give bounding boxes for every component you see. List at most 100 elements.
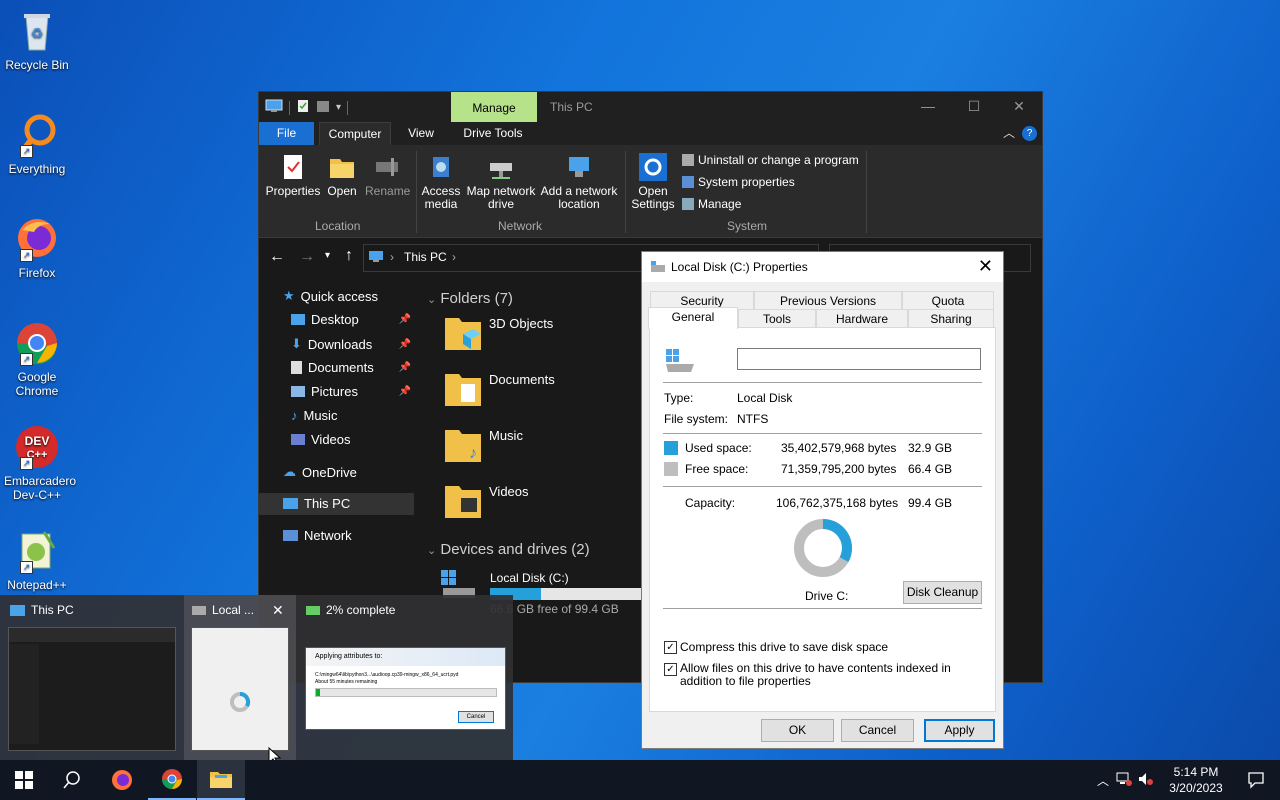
start-button[interactable] <box>0 760 48 800</box>
thumb-donut <box>230 691 251 712</box>
dialog-close-button[interactable]: ✕ <box>978 256 993 277</box>
tab-quota[interactable]: Quota <box>902 291 994 311</box>
folder-name[interactable]: 3D Objects <box>489 316 553 331</box>
tab-drive-tools[interactable]: Drive Tools <box>455 122 531 145</box>
manage-link[interactable]: Manage <box>682 197 741 211</box>
folder-videos-icon[interactable] <box>443 482 483 522</box>
map-network-drive-button[interactable]: Map network drive <box>465 153 537 211</box>
preview-item-this-pc[interactable]: This PC <box>10 603 74 617</box>
nav-this-pc[interactable]: This PC <box>283 496 413 511</box>
apply-button[interactable]: Apply <box>924 719 995 742</box>
show-hidden-icons-chevron-icon[interactable]: ︿ <box>1094 772 1112 789</box>
minimize-button[interactable]: — <box>905 92 951 122</box>
help-icon[interactable]: ? <box>1022 126 1037 141</box>
folder-documents-icon[interactable] <box>443 370 483 410</box>
cancel-button[interactable]: Cancel <box>841 719 914 742</box>
folder-name[interactable]: Music <box>489 428 523 443</box>
preview-close-button[interactable]: ✕ <box>272 602 284 619</box>
desktop-icon-notepadpp[interactable]: ↗ Notepad++ <box>4 528 70 592</box>
volume-muted-icon[interactable] <box>1136 772 1156 789</box>
folder-icon <box>210 772 232 788</box>
tab-general[interactable]: General <box>648 307 738 329</box>
preview-item-local-disk[interactable]: Local ... <box>192 603 254 617</box>
breadcrumb[interactable]: This PC <box>404 250 447 264</box>
maximize-button[interactable]: ☐ <box>951 92 997 122</box>
folder-name[interactable]: Documents <box>489 372 555 387</box>
nav-pictures[interactable]: Pictures 📌 <box>291 384 413 399</box>
taskbar-firefox[interactable] <box>98 760 146 800</box>
system-properties-link[interactable]: System properties <box>682 175 795 189</box>
tab-previous-versions[interactable]: Previous Versions <box>754 291 902 311</box>
title-bar: ▾ Manage This PC — ☐ ✕ <box>259 92 1042 122</box>
disk-usage-donut <box>794 519 852 577</box>
up-arrow-icon[interactable]: ↑ <box>345 247 353 265</box>
tab-hardware[interactable]: Hardware <box>816 309 908 329</box>
desktop-icon-everything[interactable]: ↗ Everything <box>4 112 70 176</box>
compress-checkbox[interactable]: ✓ <box>664 641 677 654</box>
action-center-button[interactable] <box>1232 760 1280 800</box>
customize-qat-icon[interactable]: ▾ <box>336 102 341 113</box>
manage-context-tab[interactable]: Manage <box>451 92 537 122</box>
volume-label-field[interactable] <box>737 348 981 370</box>
thumbnail-progress-dialog[interactable]: Applying attributes to: C:\mingw64\lib\p… <box>305 647 506 730</box>
clock[interactable]: 5:14 PM 3/20/2023 <box>1160 764 1232 796</box>
devices-section-header[interactable]: ⌄ Devices and drives (2) <box>427 541 590 558</box>
open-button[interactable]: Open <box>325 153 359 198</box>
close-button[interactable]: ✕ <box>996 92 1042 122</box>
nav-onedrive[interactable]: ☁ OneDrive <box>283 464 413 480</box>
shortcut-arrow-icon: ↗ <box>20 353 33 366</box>
nav-documents[interactable]: Documents 📌 <box>291 360 413 375</box>
folder-music-icon[interactable]: ♪ <box>443 426 483 466</box>
properties-qat-icon[interactable] <box>296 99 310 116</box>
tab-computer[interactable]: Computer <box>319 122 391 146</box>
desktop-icon-firefox[interactable]: ↗ Firefox <box>4 216 70 280</box>
properties-button[interactable]: Properties <box>265 153 321 198</box>
group-system-label: System <box>727 219 768 233</box>
tab-sharing[interactable]: Sharing <box>908 309 994 329</box>
desktop-icon-chrome[interactable]: ↗ Google Chrome <box>4 320 70 398</box>
free-space-bytes: 71,359,795,200 bytes <box>781 462 897 476</box>
drive-name[interactable]: Local Disk (C:) <box>490 571 569 585</box>
nav-quick-access[interactable]: ★ Quick access <box>283 288 413 304</box>
index-checkbox[interactable]: ✓ <box>664 663 677 676</box>
nav-desktop[interactable]: Desktop 📌 <box>291 312 413 327</box>
open-settings-button[interactable]: Open Settings <box>629 153 677 211</box>
folder-name[interactable]: Videos <box>489 484 529 499</box>
desktop-icon-recycle-bin[interactable]: ♻ Recycle Bin <box>4 8 70 72</box>
collapse-ribbon-icon[interactable]: ︿ <box>1003 124 1015 141</box>
nav-videos[interactable]: Videos <box>291 432 413 447</box>
preview-item-progress[interactable]: 2% complete <box>306 603 395 617</box>
rename-button[interactable]: Rename <box>365 153 410 198</box>
forward-arrow-icon[interactable]: → <box>299 248 315 266</box>
add-network-location-button[interactable]: Add a network location <box>539 153 619 211</box>
back-arrow-icon[interactable]: ← <box>269 248 285 266</box>
new-folder-qat-icon[interactable] <box>316 99 330 116</box>
network-status-icon[interactable] <box>1112 772 1136 789</box>
drive-large-icon <box>665 348 697 377</box>
nav-downloads[interactable]: ⬇ Downloads 📌 <box>291 336 413 352</box>
ok-button[interactable]: OK <box>761 719 834 742</box>
recent-locations-chevron-icon[interactable]: ▾ <box>325 250 330 261</box>
folder-3d-objects-icon[interactable] <box>443 314 483 354</box>
disk-cleanup-button[interactable]: Disk Cleanup <box>903 581 982 604</box>
compress-label[interactable]: Compress this drive to save disk space <box>680 640 888 654</box>
desktop-icon-devcpp[interactable]: DEV C++ ↗ Embarcadero Dev-C++ <box>4 424 76 502</box>
uninstall-program-link[interactable]: Uninstall or change a program <box>682 153 859 167</box>
pin-icon: 📌 <box>398 338 411 350</box>
access-media-button[interactable]: Access media <box>421 153 461 211</box>
tab-tools[interactable]: Tools <box>738 309 816 329</box>
index-label[interactable]: Allow files on this drive to have conten… <box>680 662 980 688</box>
thumbnail-properties[interactable] <box>191 627 289 751</box>
taskbar-file-explorer[interactable] <box>197 760 245 800</box>
search-button[interactable] <box>48 760 96 800</box>
tab-file[interactable]: File <box>259 122 314 145</box>
notepadpp-icon: ↗ <box>14 528 60 574</box>
properties-icon <box>279 153 307 181</box>
nav-music[interactable]: ♪ Music <box>291 408 413 423</box>
progress-cancel-button[interactable]: Cancel <box>458 711 494 723</box>
folders-section-header[interactable]: ⌄ Folders (7) <box>427 290 513 307</box>
taskbar-chrome[interactable] <box>148 760 196 800</box>
tab-view[interactable]: View <box>397 122 445 145</box>
nav-network[interactable]: Network <box>283 528 413 543</box>
thumbnail-this-pc[interactable] <box>8 627 176 751</box>
